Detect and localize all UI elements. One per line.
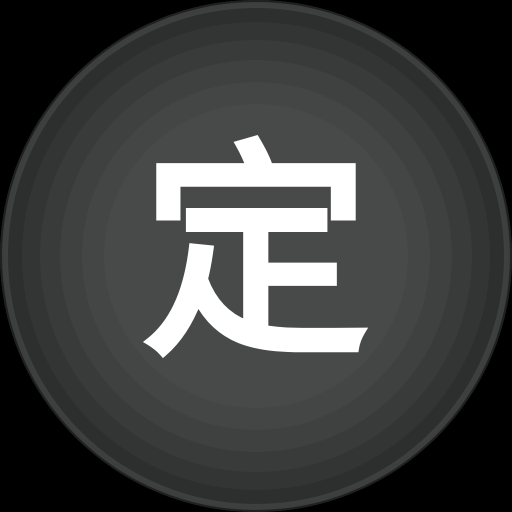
app-icon-button[interactable]: 定 bbox=[0, 0, 512, 512]
icon-glyph: 定 bbox=[140, 122, 371, 389]
